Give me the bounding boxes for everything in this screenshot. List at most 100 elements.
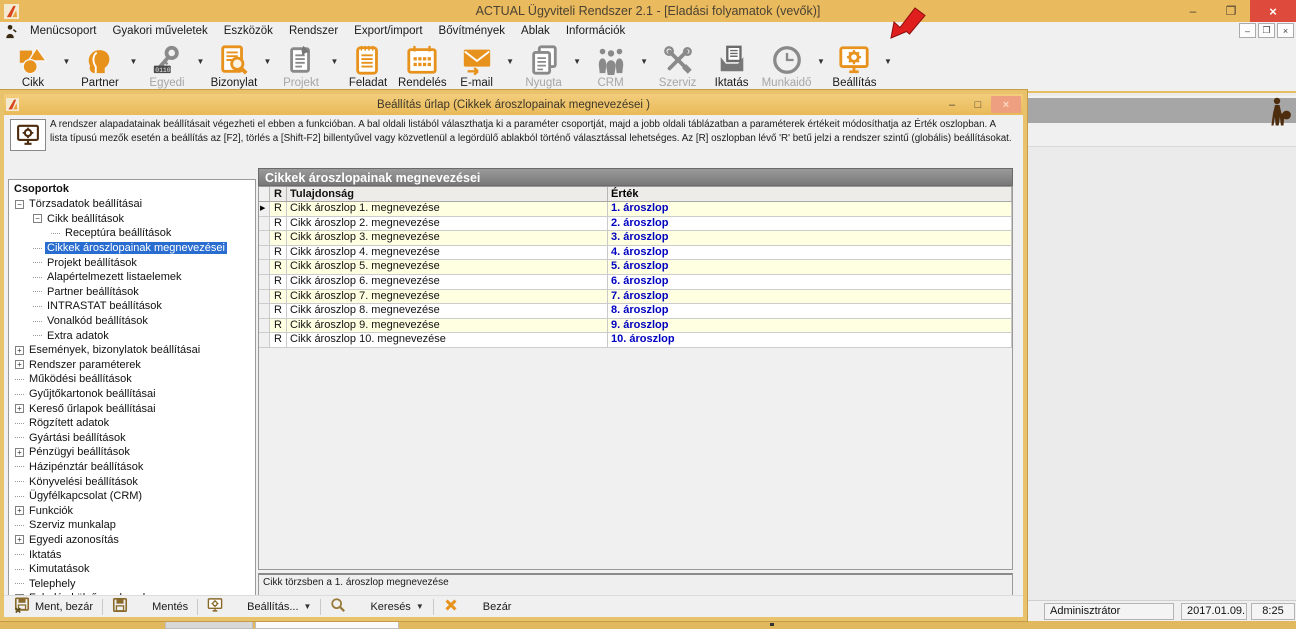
mdi-restore-button[interactable]: ❐ [1258,23,1275,38]
chevron-down-icon[interactable]: ▼ [194,57,207,66]
chevron-down-icon[interactable]: ▼ [60,57,73,66]
table-row[interactable]: RCikk ároszlop 10. megnevezése10. ároszl… [259,333,1012,348]
tree-item-label[interactable]: Rögzített adatok [27,417,111,429]
toolbar-button-iktat-s[interactable]: Iktatás [705,43,759,89]
grid-column-header[interactable]: R [270,187,287,201]
menu-item-export-import[interactable]: Export/import [346,24,430,38]
footer-button-bez-r[interactable]: Bezár [437,597,518,617]
tree-item[interactable]: Ügyfélkapcsolat (CRM) [9,489,255,504]
tree-item-label[interactable]: Kereső űrlapok beállításai [27,403,158,415]
tree-item[interactable]: +Rendszer paraméterek [9,358,255,373]
expand-icon[interactable]: + [15,448,24,457]
tree-item[interactable]: Rögzített adatok [9,416,255,431]
tree-item[interactable]: Receptúra beállítások [9,226,255,241]
tree-item-label[interactable]: Törzsadatok beállításai [27,198,144,210]
tree-item[interactable]: −Törzsadatok beállításai [9,197,255,212]
table-row[interactable]: RCikk ároszlop 7. megnevezése7. ároszlop [259,290,1012,305]
tree-item[interactable]: Gyűjtőkartonok beállításai [9,387,255,402]
tree-item-label[interactable]: Egyedi azonosítás [27,534,121,546]
tree-item[interactable]: +Pénzügyi beállítások [9,445,255,460]
cell-value[interactable]: 3. ároszlop [608,231,1012,245]
tree-item-label[interactable]: Cikkek ároszlopainak megnevezései [45,242,227,254]
tree-item-label[interactable]: Ügyfélkapcsolat (CRM) [27,490,144,502]
tree-item-label[interactable]: Vonalkód beállítások [45,315,150,327]
tree-item-label[interactable]: Partner beállítások [45,286,141,298]
toolbar-button-rendel-s[interactable]: Rendelés [395,43,450,89]
tree-item[interactable]: Projekt beállítások [9,255,255,270]
tree-item[interactable]: Iktatás [9,547,255,562]
menu-item-eszk-z-k[interactable]: Eszközök [216,24,281,38]
collapse-icon[interactable]: − [15,200,24,209]
tree-item[interactable]: Alapértelmezett listaelemek [9,270,255,285]
tree-item-label[interactable]: Projekt beállítások [45,257,139,269]
tree-item-label[interactable]: Házipénztár beállítások [27,461,145,473]
close-button[interactable]: × [1250,0,1296,22]
table-row[interactable]: RCikk ároszlop 4. megnevezése4. ároszlop [259,246,1012,261]
cell-value[interactable]: 4. ároszlop [608,246,1012,260]
mdi-close-button[interactable]: × [1277,23,1294,38]
chevron-down-icon[interactable]: ▼ [881,57,894,66]
table-row[interactable]: RCikk ároszlop 6. megnevezése6. ároszlop [259,275,1012,290]
cell-value[interactable]: 2. ároszlop [608,217,1012,231]
tree-item-label[interactable]: Szerviz munkalap [27,519,118,531]
tree-item-label[interactable]: Receptúra beállítások [63,227,173,239]
chevron-down-icon[interactable]: ▼ [261,57,274,66]
tree-item-label[interactable]: Extra adatok [45,330,111,342]
tree-item-label[interactable]: Gyártási beállítások [27,432,128,444]
tree-item[interactable]: +Egyedi azonosítás [9,533,255,548]
tree-item-label[interactable]: Cikk beállítások [45,213,126,225]
toolbar-button-e-mail[interactable]: E-mail [450,43,504,89]
tree-item[interactable]: +Események, bizonylatok beállításai [9,343,255,358]
tree-item-label[interactable]: Iktatás [27,549,63,561]
toolbar-button-feladat[interactable]: Feladat [341,43,395,89]
tree-item[interactable]: Cikkek ároszlopainak megnevezései [9,241,255,256]
tree-item-label[interactable]: Működési beállítások [27,373,134,385]
tree-item-label[interactable]: Telephely [27,578,77,590]
tree-item[interactable]: Telephely [9,576,255,591]
tree-item[interactable]: −Cikk beállítások [9,212,255,227]
menu-item-men-csoport[interactable]: Menücsoport [22,24,104,38]
chevron-down-icon[interactable]: ▼ [304,602,312,611]
menu-item-inform-ci-k[interactable]: Információk [558,24,633,38]
tree-item[interactable]: Kimutatások [9,562,255,577]
tree-item[interactable]: Könyvelési beállítások [9,474,255,489]
tree-item-label[interactable]: Események, bizonylatok beállításai [27,344,202,356]
footer-button-ment-s[interactable]: Mentés [106,597,194,617]
tree-item[interactable]: INTRASTAT beállítások [9,299,255,314]
chevron-down-icon[interactable]: ▼ [814,57,827,66]
tree-item[interactable]: Partner beállítások [9,285,255,300]
expand-icon[interactable]: + [15,506,24,515]
tree-item-label[interactable]: Rendszer paraméterek [27,359,143,371]
footer-button-ment-bez-r[interactable]: Ment, bezár [8,597,99,617]
cell-value[interactable]: 1. ároszlop [608,202,1012,216]
tree-item-label[interactable]: Kimutatások [27,563,92,575]
menu-item-ablak[interactable]: Ablak [513,24,558,38]
toolbar-button-bizonylat[interactable]: Bizonylat [207,43,261,89]
table-row[interactable]: RCikk ároszlop 5. megnevezése5. ároszlop [259,260,1012,275]
toolbar-button-cikk[interactable]: Cikk [6,43,60,89]
grid-column-header[interactable]: Tulajdonság [287,187,608,201]
cell-value[interactable]: 5. ároszlop [608,260,1012,274]
collapse-icon[interactable]: − [33,214,42,223]
tree-item[interactable]: Vonalkód beállítások [9,314,255,329]
cell-value[interactable]: 6. ároszlop [608,275,1012,289]
cell-value[interactable]: 10. ároszlop [608,333,1012,347]
toolbar-button-partner[interactable]: Partner [73,43,127,89]
tree-item[interactable]: Házipénztár beállítások [9,460,255,475]
tree-item[interactable]: +Kereső űrlapok beállításai [9,401,255,416]
table-row[interactable]: RCikk ároszlop 3. megnevezése3. ároszlop [259,231,1012,246]
tree-item[interactable]: Gyártási beállítások [9,431,255,446]
expand-icon[interactable]: + [15,535,24,544]
chevron-down-icon[interactable]: ▼ [638,57,651,66]
tree-item[interactable]: Extra adatok [9,328,255,343]
chevron-down-icon[interactable]: ▼ [127,57,140,66]
tree-item[interactable]: Szerviz munkalap [9,518,255,533]
expand-icon[interactable]: + [15,346,24,355]
table-row[interactable]: RCikk ároszlop 8. megnevezése8. ároszlop [259,304,1012,319]
dialog-maximize-button[interactable]: □ [965,96,991,113]
grid-column-header[interactable]: Érték [608,187,1012,201]
tree-item-label[interactable]: Funkciók [27,505,75,517]
menu-item-b-v-tm-nyek[interactable]: Bővítmények [431,24,513,38]
menu-item-rendszer[interactable]: Rendszer [281,24,346,38]
expand-icon[interactable]: + [15,360,24,369]
